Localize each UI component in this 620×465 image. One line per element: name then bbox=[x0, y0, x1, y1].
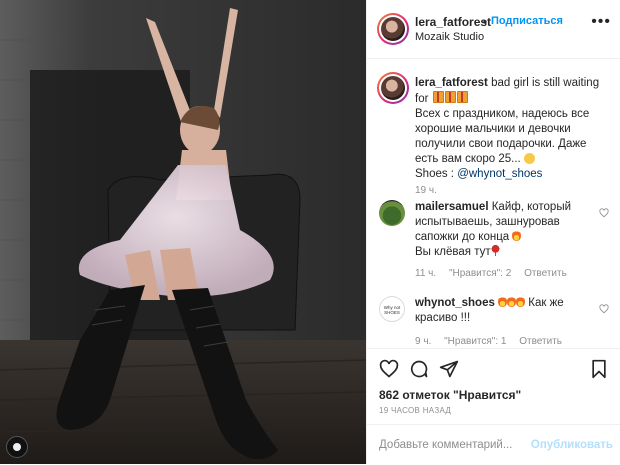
gift-emoji bbox=[444, 91, 456, 103]
share-icon[interactable] bbox=[439, 359, 459, 379]
comment-meta: 11 ч. "Нравится": 2 Ответить bbox=[415, 268, 577, 279]
fire-emoji bbox=[498, 296, 508, 307]
follow-button[interactable]: Подписаться bbox=[491, 15, 563, 27]
fire-emoji bbox=[507, 296, 517, 307]
photo-illustration bbox=[0, 0, 366, 464]
commenter-avatar[interactable]: Why not SHOES bbox=[379, 296, 405, 322]
caption-time[interactable]: 19 ч. bbox=[415, 185, 437, 196]
comment-likes[interactable]: "Нравится": 1 bbox=[444, 336, 506, 347]
heart-icon[interactable] bbox=[379, 359, 399, 379]
post-sidebar: lera_fatforest • Подписаться Mozaik Stud… bbox=[366, 0, 620, 464]
caption-username[interactable]: lera_fatforest bbox=[415, 77, 488, 89]
more-options-icon[interactable]: ••• bbox=[591, 13, 611, 31]
author-avatar[interactable] bbox=[377, 13, 409, 45]
caption-avatar[interactable] bbox=[377, 72, 409, 104]
like-comment-heart-icon[interactable] bbox=[599, 208, 609, 218]
gift-emoji bbox=[432, 91, 444, 103]
reply-button[interactable]: Ответить bbox=[524, 268, 567, 279]
comment-input[interactable] bbox=[379, 439, 539, 451]
caption-line2: Всех с праздником, надеюсь все хорошие м… bbox=[415, 108, 590, 165]
comment-username[interactable]: mailersamuel bbox=[415, 201, 489, 213]
add-comment-bar: Опубликовать bbox=[367, 424, 620, 465]
instagram-post-modal: lera_fatforest • Подписаться Mozaik Stud… bbox=[0, 0, 620, 464]
bookmark-icon[interactable] bbox=[589, 359, 609, 379]
fire-emoji bbox=[516, 296, 526, 307]
separator-dot: • bbox=[483, 15, 488, 29]
tagged-users-icon[interactable] bbox=[6, 436, 28, 458]
comment-body-2: Вы клёвая тут bbox=[415, 246, 491, 258]
reply-button[interactable]: Ответить bbox=[519, 336, 562, 347]
action-bar bbox=[367, 348, 620, 389]
likes-count[interactable]: 862 отметок "Нравится" bbox=[379, 388, 521, 402]
comment-likes[interactable]: "Нравится": 2 bbox=[449, 268, 511, 279]
comment-meta: 9 ч. "Нравится": 1 Ответить bbox=[415, 336, 572, 347]
rose-emoji bbox=[490, 245, 500, 256]
shoes-prefix: Shoes : bbox=[415, 168, 458, 180]
author-username[interactable]: lera_fatforest bbox=[415, 15, 491, 29]
location-link[interactable]: Mozaik Studio bbox=[415, 31, 484, 43]
fire-emoji bbox=[512, 230, 522, 241]
publish-button[interactable]: Опубликовать bbox=[531, 439, 613, 451]
post-header: lera_fatforest • Подписаться Mozaik Stud… bbox=[367, 0, 620, 59]
comment-text: mailersamuel Кайф, который испытываешь, … bbox=[415, 200, 587, 260]
commenter-avatar[interactable] bbox=[379, 200, 405, 226]
like-comment-heart-icon[interactable] bbox=[599, 304, 609, 314]
avatar-logo-text: Why not SHOES bbox=[383, 305, 401, 315]
post-time[interactable]: 19 ЧАСОВ НАЗАД bbox=[379, 406, 451, 415]
post-photo[interactable] bbox=[0, 0, 366, 464]
comment-time[interactable]: 11 ч. bbox=[415, 268, 436, 279]
comment-icon[interactable] bbox=[409, 359, 429, 379]
smile-emoji bbox=[523, 153, 535, 164]
shoes-mention-link[interactable]: @whynot_shoes bbox=[457, 168, 542, 180]
gift-emoji bbox=[456, 91, 468, 103]
comment-time[interactable]: 9 ч. bbox=[415, 336, 431, 347]
comment-text: whynot_shoes Как же красиво !!! bbox=[415, 296, 587, 326]
caption: lera_fatforest bad girl is still waiting… bbox=[415, 76, 611, 182]
comment-username[interactable]: whynot_shoes bbox=[415, 297, 495, 309]
